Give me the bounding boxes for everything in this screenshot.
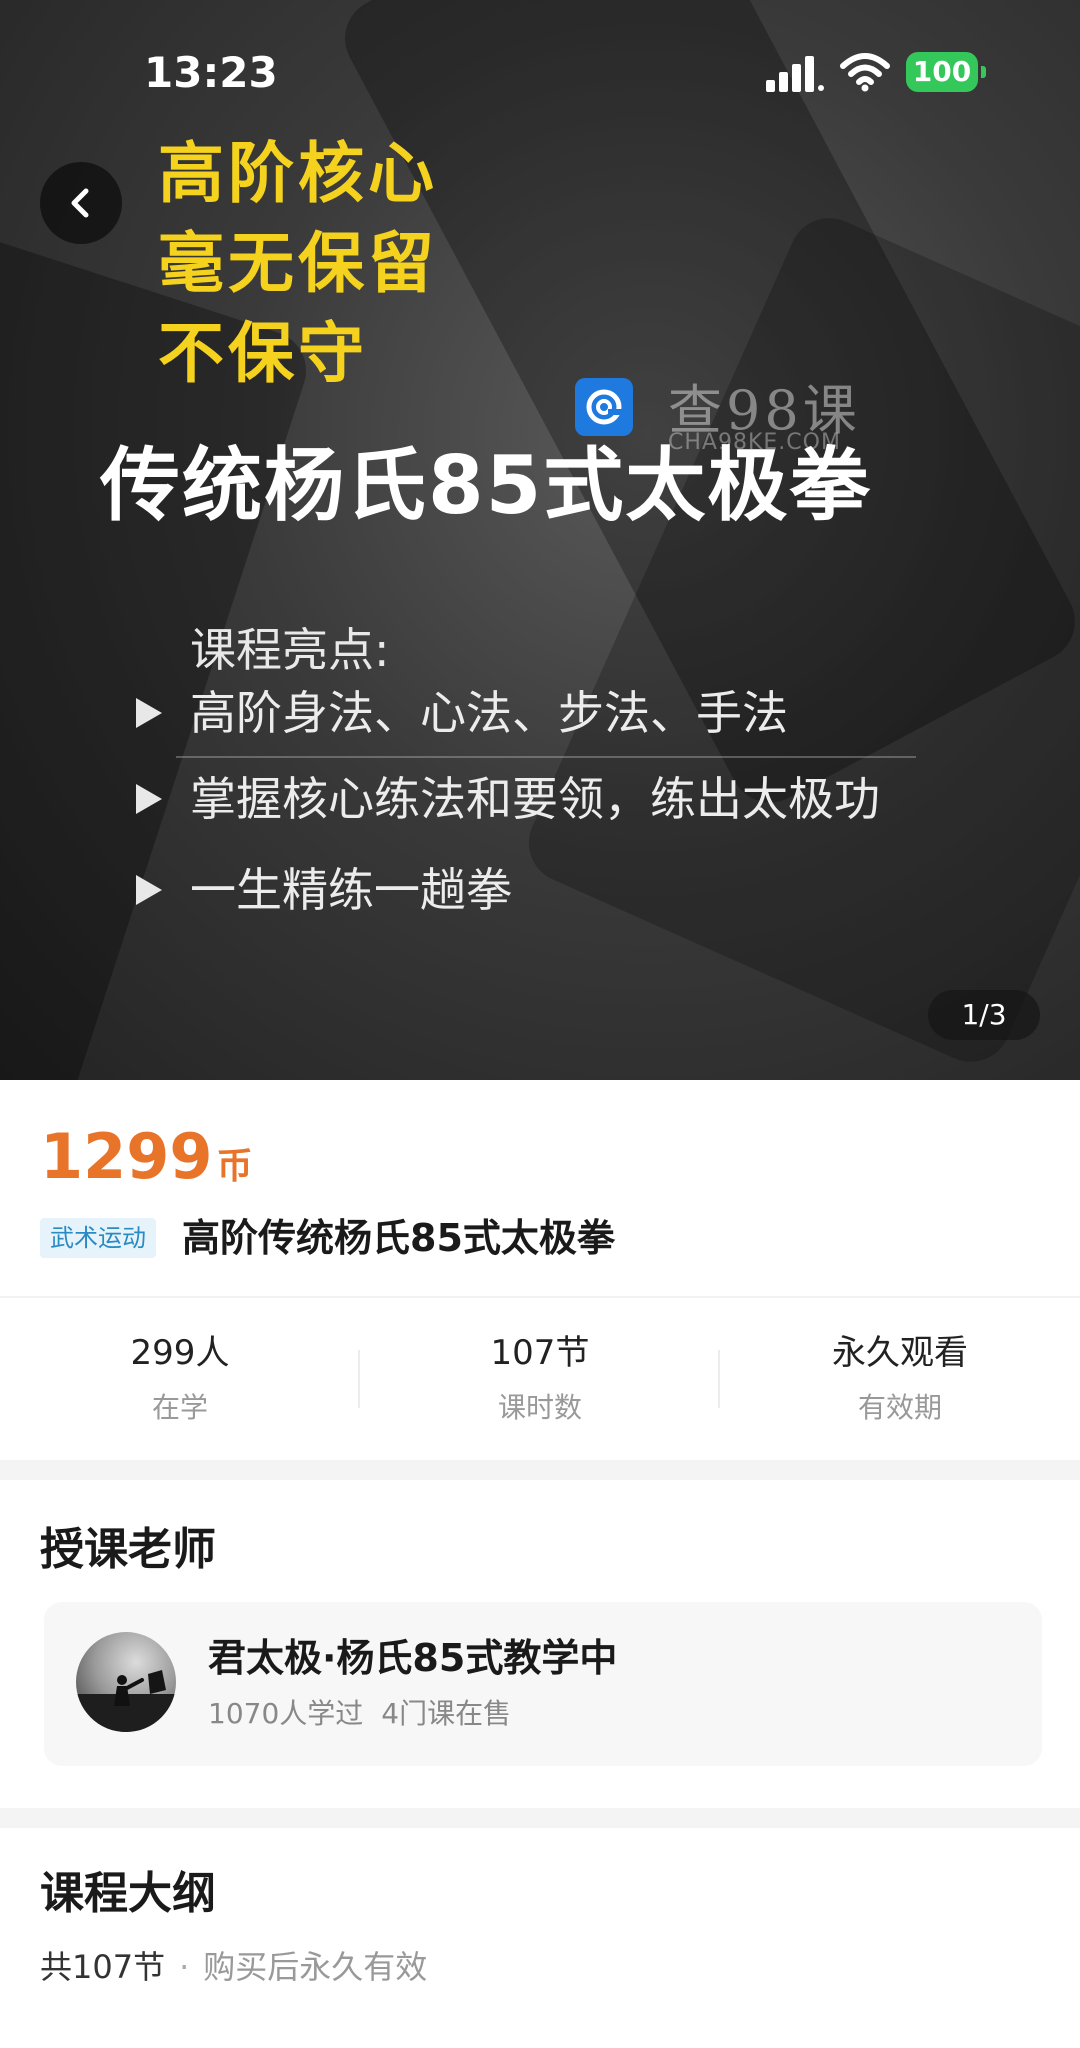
highlight-item: 一生精练一趟拳 bbox=[136, 855, 956, 925]
outline-validity: 购买后永久有效 bbox=[203, 1948, 428, 1986]
category-badge: 武术运动 bbox=[40, 1218, 156, 1258]
battery-level: 100 bbox=[912, 55, 972, 88]
stat-label: 有效期 bbox=[857, 1391, 942, 1424]
outline-summary: 共107节 · 购买后永久有效 bbox=[40, 1944, 427, 1990]
outline-section-heading: 课程大纲 bbox=[40, 1868, 216, 1919]
back-button[interactable] bbox=[40, 162, 122, 244]
highlight-item: 高阶身法、心法、步法、手法 bbox=[136, 678, 956, 748]
highlights-heading: 课程亮点: bbox=[190, 623, 390, 677]
highlight-text: 高阶身法、心法、步法、手法 bbox=[190, 686, 788, 740]
teacher-card[interactable]: 君太极·杨氏85式教学中 1070人学过 4门课在售 bbox=[44, 1602, 1042, 1766]
wifi-icon bbox=[840, 53, 890, 92]
stat-value: 299人 bbox=[130, 1333, 230, 1373]
play-arrow-icon bbox=[136, 784, 162, 814]
highlight-divider bbox=[176, 756, 916, 758]
stat-lessons: 107节 课时数 bbox=[360, 1330, 720, 1428]
status-bar: 13:23 100 bbox=[0, 0, 1080, 140]
battery-cap bbox=[981, 66, 986, 78]
status-time: 13:23 bbox=[144, 48, 278, 97]
chevron-left-icon bbox=[71, 188, 89, 218]
highlight-text: 一生精练一趟拳 bbox=[190, 863, 512, 917]
section-gap bbox=[0, 1460, 1080, 1480]
stat-label: 在学 bbox=[151, 1391, 208, 1424]
cover-title: 传统杨氏85式太极拳 bbox=[100, 439, 872, 532]
course-title: 高阶传统杨氏85式太极拳 bbox=[182, 1216, 615, 1260]
stat-label: 课时数 bbox=[497, 1391, 582, 1424]
slide-counter: 1/3 bbox=[928, 990, 1040, 1040]
stat-learners: 299人 在学 bbox=[0, 1330, 360, 1428]
course-cover-carousel[interactable]: 13:23 100 高阶核心 毫无保留 不保守 查98课 CHA98KE.COM… bbox=[0, 0, 1080, 1080]
stat-validity: 永久观看 有效期 bbox=[720, 1330, 1080, 1428]
cellular-signal-icon bbox=[766, 56, 824, 92]
highlight-item: 掌握核心练法和要领，练出太极功 bbox=[136, 764, 956, 834]
teacher-avatar bbox=[76, 1632, 176, 1732]
teacher-name: 君太极·杨氏85式教学中 bbox=[208, 1636, 618, 1680]
teacher-section-heading: 授课老师 bbox=[40, 1524, 216, 1575]
stat-value: 107节 bbox=[490, 1333, 590, 1373]
teacher-stats: 1070人学过 4门课在售 bbox=[208, 1694, 511, 1734]
cover-tagline: 高阶核心 bbox=[158, 135, 438, 212]
battery-icon: 100 bbox=[906, 52, 986, 92]
price-unit: 币 bbox=[216, 1146, 253, 1187]
highlight-text: 掌握核心练法和要领，练出太极功 bbox=[190, 772, 880, 826]
stat-value: 永久观看 bbox=[832, 1333, 968, 1373]
watermark-logo-icon bbox=[575, 378, 633, 436]
teacher-courses: 4门课在售 bbox=[381, 1697, 512, 1730]
cover-tagline: 毫无保留 bbox=[158, 225, 438, 302]
play-arrow-icon bbox=[136, 875, 162, 905]
section-gap bbox=[0, 1808, 1080, 1828]
outline-separator: · bbox=[179, 1948, 190, 1986]
play-arrow-icon bbox=[136, 698, 162, 728]
outline-lesson-count: 共107节 bbox=[40, 1948, 166, 1986]
teacher-learners: 1070人学过 bbox=[208, 1697, 364, 1730]
avatar-silhouette bbox=[76, 1670, 176, 1732]
cover-tagline: 不保守 bbox=[158, 315, 368, 392]
divider bbox=[0, 1296, 1080, 1298]
price: 1299 币 bbox=[40, 1120, 253, 1193]
price-amount: 1299 bbox=[40, 1120, 213, 1193]
